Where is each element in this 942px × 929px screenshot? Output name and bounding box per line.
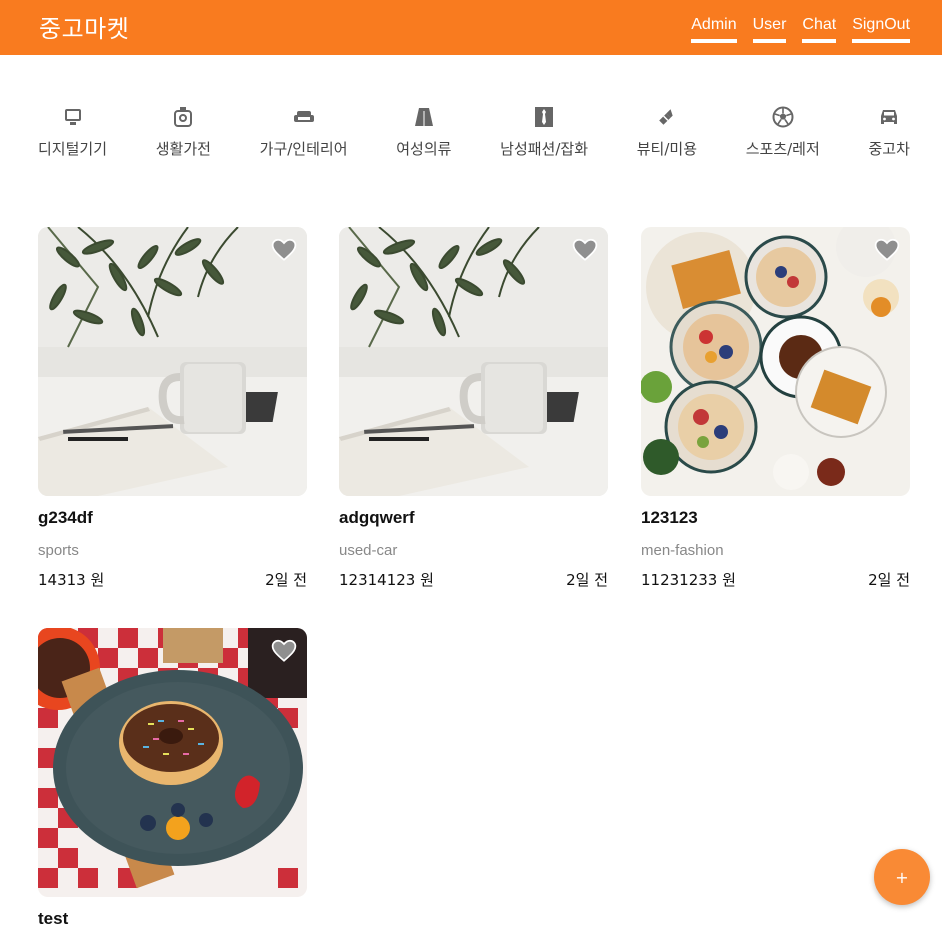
product-category: sports: [38, 542, 79, 559]
category-beauty[interactable]: 뷰티/미용: [637, 104, 697, 166]
sofa-icon: [291, 104, 317, 130]
nav-menu: Admin User Chat SignOut: [691, 16, 910, 43]
car-icon: [876, 104, 902, 130]
heart-icon[interactable]: [271, 237, 297, 263]
lipstick-icon: [654, 104, 680, 130]
category-appliances[interactable]: 생활가전: [156, 104, 211, 166]
product-title: g234df: [38, 508, 93, 527]
category-label: 디지털기기: [38, 140, 108, 158]
product-card[interactable]: 123123 men-fashion 11231233 원 2일 전: [641, 227, 910, 590]
desk-mug-photo: [38, 227, 307, 496]
product-image[interactable]: [339, 227, 608, 496]
heart-icon[interactable]: [572, 237, 598, 263]
nav-chat-link[interactable]: Chat: [802, 16, 837, 43]
product-meta: 14313 원 2일 전: [38, 569, 307, 590]
desk-mug-photo: [339, 227, 608, 496]
category-label: 중고차: [868, 140, 910, 158]
add-product-button[interactable]: +: [874, 849, 930, 905]
category-label: 가구/인테리어: [259, 140, 348, 158]
heart-icon[interactable]: [874, 237, 900, 263]
nav-signout-link[interactable]: SignOut: [852, 16, 910, 43]
product-card[interactable]: g234df sports 14313 원 2일 전: [38, 227, 307, 590]
category-furniture[interactable]: 가구/인테리어: [260, 104, 348, 166]
category-label: 생활가전: [155, 140, 211, 158]
product-time: 2일 전: [868, 571, 910, 589]
breakfast-table-photo: [641, 227, 910, 496]
category-mens-fashion[interactable]: 남성패션/잡화: [500, 104, 588, 166]
category-digital[interactable]: 디지털기기: [38, 104, 107, 166]
product-meta: 11231233 원 2일 전: [641, 569, 910, 590]
product-meta: 12314123 원 2일 전: [339, 569, 608, 590]
product-card[interactable]: test: [38, 628, 307, 929]
category-womens-clothing[interactable]: 여성의류: [396, 104, 451, 166]
product-image[interactable]: [38, 227, 307, 496]
category-label: 남성패션/잡화: [500, 140, 589, 158]
product-title: test: [38, 909, 69, 928]
soccer-ball-icon: [770, 104, 796, 130]
category-sports[interactable]: 스포츠/레저: [746, 104, 820, 166]
category-bar: 디지털기기 생활가전 가구/인테리어 여성의류 남성패션/잡화 뷰티/미용 스포…: [38, 104, 910, 166]
category-label: 여성의류: [396, 140, 452, 158]
category-used-car[interactable]: 중고차: [869, 104, 910, 166]
product-category: men-fashion: [641, 542, 724, 559]
category-label: 스포츠/레저: [745, 140, 820, 158]
product-price: 11231233 원: [641, 571, 736, 589]
heart-icon[interactable]: [271, 638, 297, 664]
product-price: 14313 원: [38, 571, 105, 589]
product-card[interactable]: adgqwerf used-car 12314123 원 2일 전: [339, 227, 608, 590]
brand-logo[interactable]: 중고마켓: [39, 9, 129, 44]
product-time: 2일 전: [566, 571, 608, 589]
category-label: 뷰티/미용: [636, 140, 697, 158]
rice-cooker-icon: [170, 104, 196, 130]
product-category: used-car: [339, 542, 398, 559]
top-header: 중고마켓 Admin User Chat SignOut: [0, 0, 942, 55]
necktie-icon: [531, 104, 557, 130]
monitor-icon: [60, 104, 86, 130]
skirt-icon: [411, 104, 437, 130]
product-time: 2일 전: [265, 571, 307, 589]
nav-admin-link[interactable]: Admin: [691, 16, 737, 43]
product-price: 12314123 원: [339, 571, 434, 589]
product-title: adgqwerf: [339, 508, 415, 527]
donut-plate-photo: [38, 628, 307, 897]
nav-user-link[interactable]: User: [752, 16, 787, 43]
product-image[interactable]: [38, 628, 307, 897]
product-image[interactable]: [641, 227, 910, 496]
product-title: 123123: [641, 508, 698, 527]
